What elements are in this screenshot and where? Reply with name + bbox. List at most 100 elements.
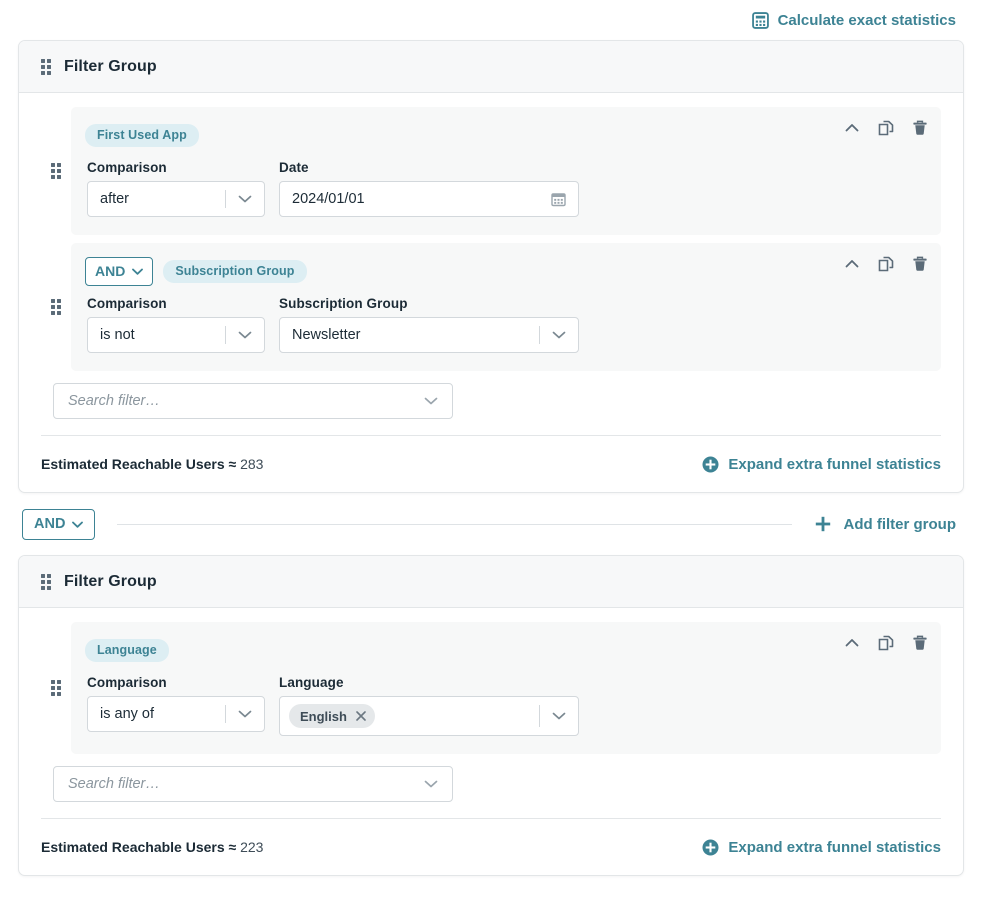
filter-group-header-1: Filter Group — [19, 41, 963, 93]
filter-card-topline: Language — [85, 636, 925, 664]
field-date: Date 2024/01/01 — [279, 160, 579, 217]
field-language: Language English — [279, 675, 579, 736]
filter-card-subscription-group: AND Subscription Group — [71, 243, 941, 371]
selected-language-chip[interactable]: English — [289, 704, 375, 728]
select-divider — [225, 326, 226, 344]
search-filter-input[interactable]: Search filter… — [53, 766, 453, 802]
filter-group-card-2: Filter Group Language — [18, 555, 964, 876]
filter-card-actions — [843, 255, 929, 273]
filter-card-language: Language — [71, 622, 941, 754]
field-comparison: Comparison is not — [87, 296, 265, 353]
filter-type-pill: First Used App — [85, 124, 199, 147]
date-input[interactable]: 2024/01/01 — [279, 181, 579, 217]
drag-handle-icon[interactable] — [51, 680, 61, 696]
estimate-value: 223 — [240, 839, 263, 855]
comparison-select-value: is not — [88, 327, 147, 343]
subscription-group-value: Newsletter — [280, 327, 373, 343]
copy-icon[interactable] — [877, 255, 895, 273]
filter-type-pill: Subscription Group — [163, 260, 306, 283]
filter-type-pill: Language — [85, 639, 169, 662]
filter-card-first-used-app: First Used App — [71, 107, 941, 235]
group-connector-label: AND — [34, 516, 65, 532]
chevron-up-icon[interactable] — [843, 255, 861, 273]
group-connector-select[interactable]: AND — [22, 509, 95, 540]
calculate-exact-statistics-label: Calculate exact statistics — [778, 12, 956, 29]
estimate-label: Estimated Reachable Users ≈ — [41, 456, 236, 472]
chevron-down-icon — [238, 331, 252, 340]
filter-drag-col — [41, 243, 71, 371]
expand-extra-funnel-statistics-button[interactable]: Expand extra funnel statistics — [702, 839, 941, 856]
drag-handle-icon[interactable] — [51, 163, 61, 179]
chevron-up-icon[interactable] — [843, 119, 861, 137]
field-comparison: Comparison after — [87, 160, 265, 217]
search-filter-input[interactable]: Search filter… — [53, 383, 453, 419]
field-subscription-group: Subscription Group Newsletter — [279, 296, 579, 353]
chevron-down-icon — [238, 710, 252, 719]
calculate-exact-statistics-button[interactable]: Calculate exact statistics — [752, 12, 956, 29]
comparison-select[interactable]: is not — [87, 317, 265, 353]
group-connector-row: AND Add filter group — [0, 493, 982, 555]
comparison-select-value: after — [88, 191, 141, 207]
field-label: Language — [279, 675, 579, 690]
chevron-down-icon — [238, 195, 252, 204]
plus-circle-icon — [702, 456, 719, 473]
drag-handle-icon[interactable] — [41, 59, 51, 75]
chevron-down-icon — [424, 397, 438, 406]
filter-card-topline: First Used App — [85, 121, 925, 149]
expand-extra-funnel-statistics-label: Expand extra funnel statistics — [728, 839, 941, 856]
comparison-select-value: is any of — [88, 706, 166, 722]
chevron-up-icon[interactable] — [843, 634, 861, 652]
select-divider — [539, 326, 540, 344]
plus-circle-icon — [702, 839, 719, 856]
calendar-icon[interactable] — [551, 192, 566, 207]
drag-handle-icon[interactable] — [41, 574, 51, 590]
chevron-down-icon — [132, 268, 143, 275]
comparison-select[interactable]: after — [87, 181, 265, 217]
filter-group-body-2: Language — [19, 608, 963, 802]
filter-group-card-1: Filter Group First Used App — [18, 40, 964, 493]
subscription-group-select[interactable]: Newsletter — [279, 317, 579, 353]
select-divider — [539, 705, 540, 727]
trash-icon[interactable] — [911, 119, 929, 137]
filter-group-footer-1: Estimated Reachable Users ≈ 283 Expand e… — [19, 436, 963, 492]
filter-group-body-1: First Used App — [19, 93, 963, 419]
chevron-down-icon — [552, 331, 566, 340]
field-label: Subscription Group — [279, 296, 579, 311]
copy-icon[interactable] — [877, 634, 895, 652]
filter-builder-page: Calculate exact statistics Filter Group … — [0, 0, 982, 898]
filter-fields: Comparison is any of Language — [85, 675, 925, 736]
search-filter-placeholder: Search filter… — [54, 393, 160, 409]
filter-fields: Comparison after Date — [85, 160, 925, 217]
add-filter-group-label: Add filter group — [844, 516, 957, 533]
select-divider — [225, 705, 226, 723]
drag-handle-icon[interactable] — [51, 299, 61, 315]
estimate-value: 283 — [240, 456, 263, 472]
filter-row: Language — [41, 622, 941, 754]
filter-connector-select[interactable]: AND — [85, 257, 153, 286]
field-label: Comparison — [87, 296, 265, 311]
selected-language-label: English — [300, 709, 347, 724]
expand-extra-funnel-statistics-label: Expand extra funnel statistics — [728, 456, 941, 473]
filter-drag-col — [41, 107, 71, 235]
filter-drag-col — [41, 622, 71, 754]
plus-icon — [814, 515, 832, 533]
chevron-down-icon — [552, 712, 566, 721]
expand-extra-funnel-statistics-button[interactable]: Expand extra funnel statistics — [702, 456, 941, 473]
date-input-value: 2024/01/01 — [280, 191, 377, 207]
add-filter-group-button[interactable]: Add filter group — [814, 515, 957, 533]
chevron-down-icon — [72, 521, 83, 528]
close-icon[interactable] — [356, 711, 366, 721]
trash-icon[interactable] — [911, 634, 929, 652]
select-divider — [225, 190, 226, 208]
comparison-select[interactable]: is any of — [87, 696, 265, 732]
filter-group-title: Filter Group — [64, 58, 157, 76]
filter-card-actions — [843, 119, 929, 137]
field-label: Comparison — [87, 675, 265, 690]
estimated-reachable-users: Estimated Reachable Users ≈ 283 — [41, 456, 263, 472]
estimated-reachable-users: Estimated Reachable Users ≈ 223 — [41, 839, 263, 855]
field-comparison: Comparison is any of — [87, 675, 265, 736]
language-multiselect[interactable]: English — [279, 696, 579, 736]
field-label: Date — [279, 160, 579, 175]
trash-icon[interactable] — [911, 255, 929, 273]
copy-icon[interactable] — [877, 119, 895, 137]
